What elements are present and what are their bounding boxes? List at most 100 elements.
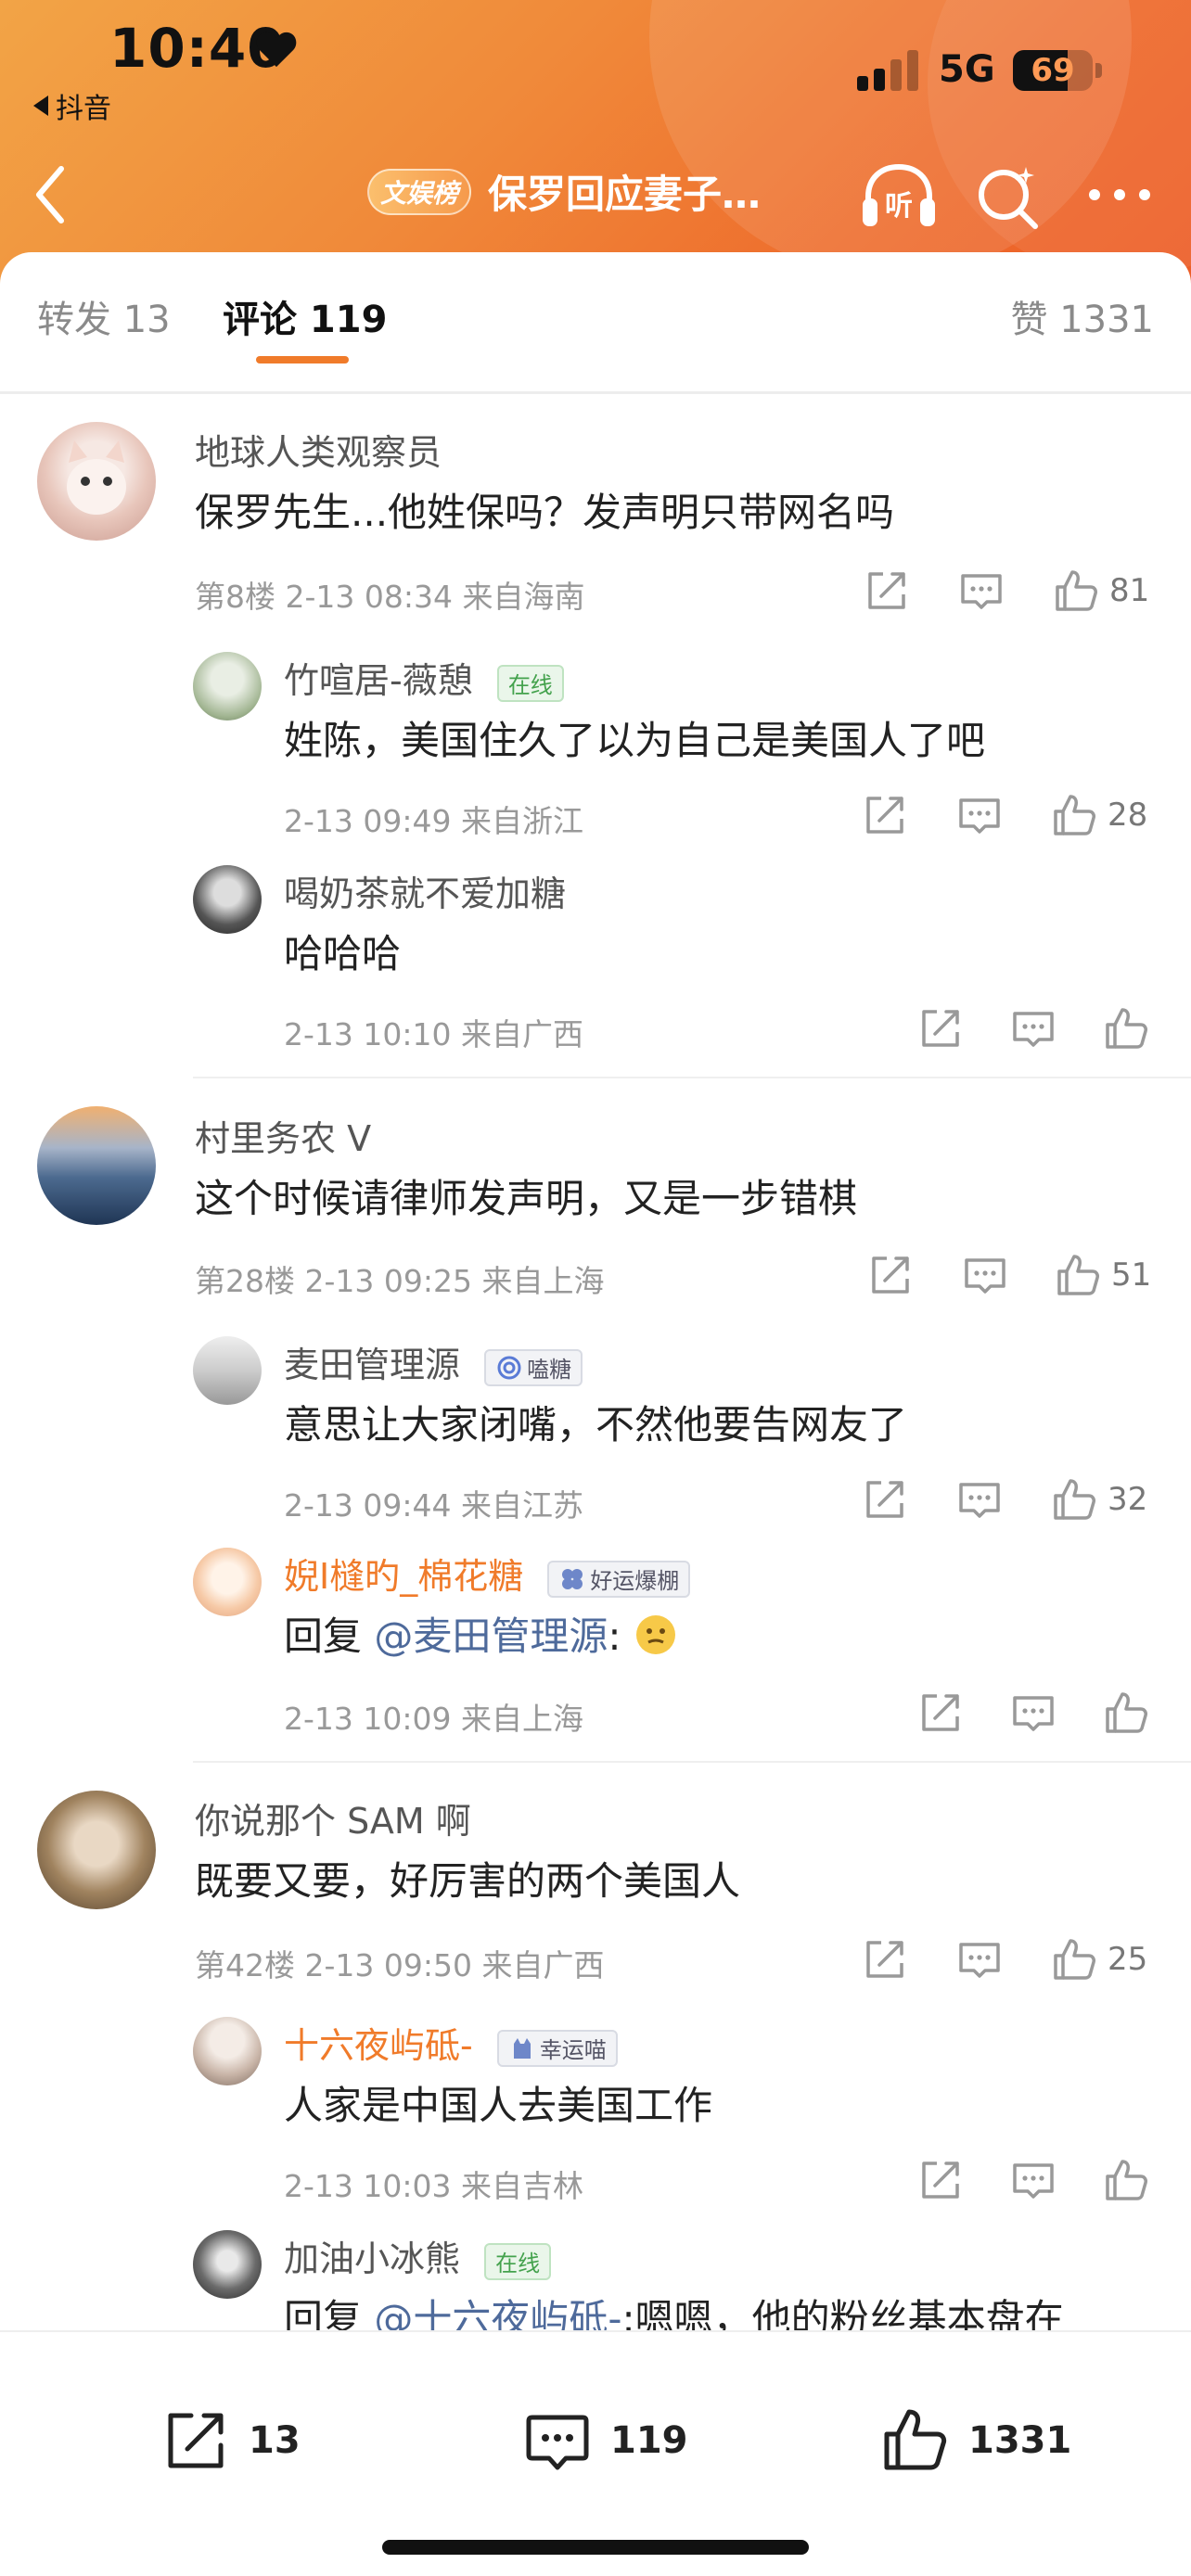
comment-icon[interactable] [955, 791, 1004, 839]
tabs-panel: 转发 13 评论 119 赞 1331 [0, 252, 1191, 391]
badge-label: 好运爆棚 [590, 1568, 680, 1594]
listen-icon[interactable]: 听 [859, 161, 939, 232]
commenter-name[interactable]: 地球人类观察员 [195, 424, 442, 475]
reply-name[interactable]: 竹喧居-薇憩 在线 [284, 652, 564, 703]
like-button[interactable]: 28 [1050, 791, 1147, 839]
comment-meta: 第42楼 2-13 09:50 来自广西 [195, 1947, 605, 1983]
reply-name-text: 加油小冰熊 [284, 2238, 461, 2279]
comment-meta: 第8楼 2-13 08:34 来自海南 [195, 579, 585, 615]
like-icon [884, 2409, 947, 2470]
reply-name-text: 十六夜屿砥- [284, 2025, 473, 2066]
divider [193, 1761, 1191, 1763]
avatar[interactable] [193, 1548, 262, 1616]
share-icon[interactable] [861, 791, 909, 839]
avatar[interactable] [193, 1336, 262, 1405]
reply-meta: 2-13 10:10 来自广西 [284, 1016, 583, 1052]
topic-badge[interactable]: 文娱榜 [367, 169, 471, 215]
avatar[interactable] [37, 1791, 156, 1909]
reply-name[interactable]: 麦田管理源 嗑糖 [284, 1336, 583, 1387]
like-button[interactable]: 1331 [879, 2404, 1071, 2477]
like-button[interactable]: 32 [1050, 1475, 1147, 1524]
comment-count: 119 [610, 2419, 688, 2462]
like-count: 1331 [968, 2419, 1072, 2462]
comment-icon[interactable] [1009, 1004, 1057, 1052]
reply-name[interactable]: 加油小冰熊 在线 [284, 2230, 552, 2281]
reply-name[interactable]: 喝奶茶就不爱加糖 [284, 865, 566, 916]
like-icon [1056, 570, 1098, 611]
avatar[interactable] [37, 1106, 156, 1225]
badge-label: 嗑糖 [527, 1357, 572, 1383]
reply-meta: 2-13 09:49 来自浙江 [284, 803, 583, 839]
home-indicator[interactable] [382, 2540, 809, 2555]
reply-meta: 2-13 10:03 来自吉林 [284, 2168, 583, 2204]
avatar[interactable] [193, 2230, 262, 2299]
comment-icon [526, 2415, 589, 2470]
comment-text: 这个时候请律师发声明，又是一步错棋 [195, 1176, 858, 1221]
avatar[interactable] [193, 652, 262, 721]
reply-text: 人家是中国人去美国工作 [284, 2083, 713, 2128]
comment-button[interactable]: 119 [521, 2404, 688, 2477]
share-icon[interactable] [861, 1935, 909, 1983]
comment-icon[interactable] [1009, 2156, 1057, 2204]
comment-icon[interactable] [1009, 1689, 1057, 1737]
reply-meta: 2-13 10:09 来自上海 [284, 1701, 583, 1737]
share-icon[interactable] [866, 1251, 915, 1299]
tab-repost[interactable]: 转发 13 [37, 289, 171, 343]
search-icon[interactable] [974, 161, 1043, 232]
reply-name-text: 竹喧居-薇憩 [284, 660, 473, 701]
like-button[interactable]: 25 [1050, 1935, 1147, 1983]
comment-icon[interactable] [955, 1935, 1004, 1983]
share-icon[interactable] [861, 1475, 909, 1524]
status-badge: 好运爆棚 [547, 1560, 691, 1598]
mention-link[interactable]: @十六夜屿砥- [374, 2296, 621, 2330]
reply-name[interactable]: 十六夜屿砥- 幸运喵 [284, 2017, 618, 2068]
tab-likes[interactable]: 赞 1331 [1010, 289, 1154, 343]
back-icon[interactable] [28, 158, 74, 232]
signal-icon [857, 50, 918, 91]
reply-name[interactable]: 婗Ι槰旳_棉花糖 好运爆棚 [284, 1548, 691, 1599]
network-type: 5G [939, 48, 995, 91]
more-icon[interactable] [1085, 184, 1154, 206]
mention-link[interactable]: @麦田管理源 [374, 1613, 608, 1659]
emoji-icon [635, 1615, 675, 1654]
like-icon[interactable] [1102, 2156, 1150, 2204]
comment-text: 保罗先生...他姓保吗？发声明只带网名吗 [195, 490, 895, 535]
share-icon[interactable] [916, 1689, 965, 1737]
like-icon[interactable] [1102, 1004, 1150, 1052]
share-icon[interactable] [916, 2156, 965, 2204]
comment-icon[interactable] [955, 1475, 1004, 1524]
like-count: 51 [1111, 1256, 1152, 1294]
comment-thread: 村里务农 V 这个时候请律师发声明，又是一步错棋 第28楼 2-13 09:25… [0, 1080, 1191, 1766]
battery-icon: 69 [1013, 50, 1102, 91]
share-icon[interactable] [916, 1004, 965, 1052]
like-button[interactable]: 81 [1052, 567, 1149, 615]
comment-icon[interactable] [961, 1251, 1009, 1299]
like-icon [1054, 1479, 1096, 1520]
like-button[interactable]: 51 [1054, 1251, 1151, 1299]
share-icon [168, 2413, 224, 2468]
comment-icon[interactable] [957, 567, 1005, 615]
tab-comments[interactable]: 评论 119 [223, 289, 387, 343]
reply-meta: 2-13 09:44 来自江苏 [284, 1487, 583, 1524]
bottom-action-bar: 13 119 1331 [0, 2330, 1191, 2576]
commenter-name[interactable]: 你说那个 SAM 啊 [195, 1792, 471, 1843]
like-icon[interactable] [1102, 1689, 1150, 1737]
status-badge: 幸运喵 [496, 2029, 618, 2067]
repost-button[interactable]: 13 [160, 2404, 301, 2477]
reply-text: 哈哈哈 [284, 931, 402, 976]
reply-prefix: 回复 [284, 2296, 375, 2330]
reply-name-text: 麦田管理源 [284, 1345, 461, 1385]
share-icon[interactable] [863, 567, 911, 615]
comment-meta: 第28楼 2-13 09:25 来自上海 [195, 1263, 605, 1299]
comment-text: 既要又要，好厉害的两个美国人 [195, 1858, 741, 1904]
avatar[interactable] [193, 865, 262, 934]
nav-bar: 文娱榜 保罗回应妻子… 听 [0, 148, 1191, 241]
back-arrow-icon [33, 96, 48, 116]
back-to-app[interactable]: 抖音 [33, 85, 111, 126]
commenter-name[interactable]: 村里务农 V [195, 1110, 371, 1161]
avatar[interactable] [193, 2017, 262, 2085]
like-icon [1057, 1255, 1100, 1295]
avatar[interactable] [37, 422, 156, 541]
back-app-label: 抖音 [56, 93, 111, 125]
svg-text:听: 听 [885, 190, 913, 223]
